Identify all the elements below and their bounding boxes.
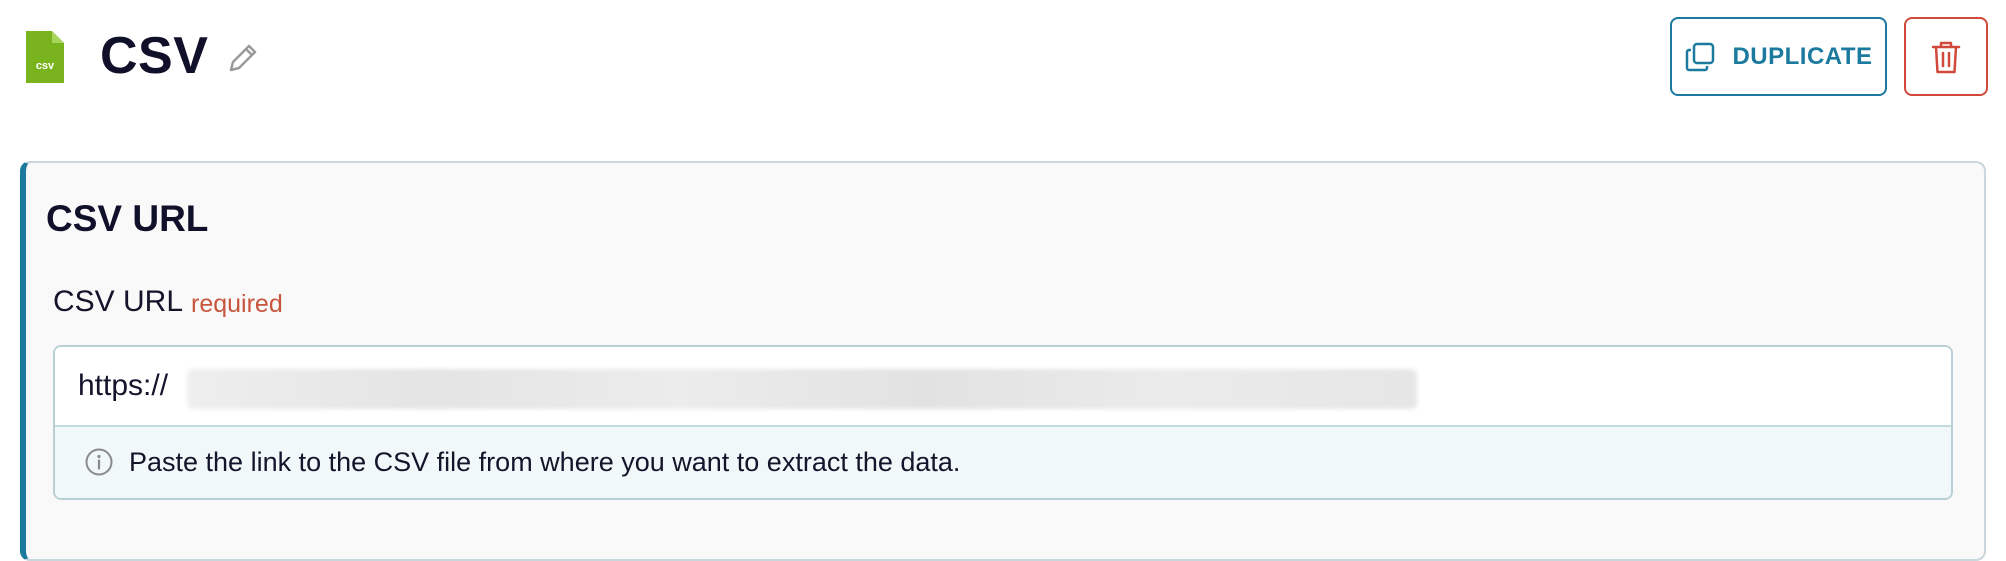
copy-icon [1686,42,1715,71]
file-badge-text: csv [36,60,55,72]
page-header: csv CSV DUPLICATE [0,0,2006,115]
trash-icon [1931,41,1961,73]
redacted-url [187,369,1417,409]
csv-url-input[interactable]: https:// [55,347,1951,425]
pencil-icon[interactable] [223,38,263,78]
csv-url-value: https:// [78,369,169,402]
field-hint: Paste the link to the CSV file from wher… [55,425,1951,498]
required-indicator: required [191,290,283,318]
csv-file-icon: csv [26,31,64,83]
hint-text: Paste the link to the CSV file from wher… [129,447,961,477]
info-icon [85,448,113,476]
csv-url-label: CSV URL [53,285,184,318]
csv-url-field: https:// Paste the link to the CSV file … [53,345,1953,500]
delete-button[interactable] [1904,17,1988,96]
duplicate-button[interactable]: DUPLICATE [1670,17,1887,96]
page-title: CSV [100,27,209,85]
duplicate-button-label: DUPLICATE [1732,42,1873,70]
card-title: CSV URL [46,198,209,239]
